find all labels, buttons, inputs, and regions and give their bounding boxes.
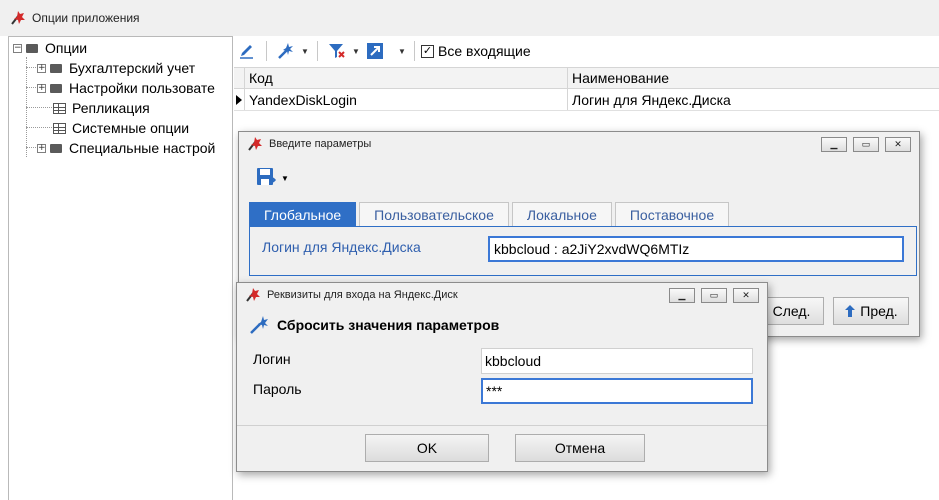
cancel-button[interactable]: Отмена <box>515 434 645 462</box>
arrow-up-icon <box>845 305 856 317</box>
tree-item-replication[interactable]: Репликация <box>53 98 150 118</box>
folder-icon <box>50 143 62 153</box>
param-value-input[interactable]: kbbcloud : a2JiY2xvdWQ6MTIz <box>488 236 904 262</box>
grid-header: Код Наименование <box>234 67 939 89</box>
minimize-icon[interactable]: ▁ <box>821 137 847 152</box>
tab-delivery[interactable]: Поставочное <box>614 202 730 226</box>
filter-dropdown-arrow[interactable]: ▼ <box>350 39 362 63</box>
credentials-dialog-titlebar[interactable]: Реквизиты для входа на Яндекс.Диск ▁ ▭ ✕ <box>237 283 767 307</box>
next-button[interactable]: След. <box>759 297 824 325</box>
tab-panel: Логин для Яндекс.Диска kbbcloud : a2JiY2… <box>249 226 917 276</box>
all-incoming-label: Все входящие <box>438 43 531 59</box>
password-input[interactable]: *** <box>481 378 753 404</box>
params-dialog-titlebar[interactable]: Введите параметры ▁ ▭ ✕ <box>239 132 919 156</box>
cell-code[interactable]: YandexDiskLogin <box>245 89 568 110</box>
app-titlebar: Опции приложения <box>0 0 939 36</box>
save-icon <box>257 168 277 185</box>
scope-tabs: Глобальное Пользовательское Локальное По… <box>249 202 730 226</box>
prev-button[interactable]: Пред. <box>833 297 909 325</box>
expand-button[interactable] <box>362 39 388 63</box>
clear-filter-button[interactable] <box>324 39 350 63</box>
tree-item-accounting[interactable]: + Бухгалтерский учет <box>37 58 195 78</box>
table-row[interactable]: YandexDiskLogin Логин для Яндекс.Диска <box>234 89 939 111</box>
folder-icon <box>50 63 62 73</box>
window-controls: ▁ ▭ ✕ <box>669 288 759 303</box>
save-dropdown-arrow[interactable]: ▼ <box>281 174 289 183</box>
save-button[interactable] <box>255 166 277 191</box>
close-icon[interactable]: ✕ <box>885 137 911 152</box>
toolbar-separator <box>266 41 267 61</box>
reset-params-button[interactable]: Сбросить значения параметров <box>249 315 499 335</box>
tree-item-label: Системные опции <box>72 120 190 136</box>
tab-user[interactable]: Пользовательское <box>359 202 509 226</box>
tree-guide-line <box>26 127 52 128</box>
app-logo-icon <box>247 136 263 152</box>
tree-item-label: Настройки пользовате <box>69 80 215 96</box>
close-icon[interactable]: ✕ <box>733 288 759 303</box>
ok-button[interactable]: OK <box>365 434 489 462</box>
expand-icon[interactable]: + <box>37 143 46 153</box>
tree-guide-line <box>26 147 36 148</box>
app-logo-icon <box>245 287 261 303</box>
tree-item-system-options[interactable]: Системные опции <box>53 118 189 138</box>
tree-item-label: Репликация <box>72 100 150 116</box>
tree-item-label: Бухгалтерский учет <box>69 60 196 76</box>
expand-icon[interactable]: + <box>37 63 46 73</box>
credentials-dialog-title: Реквизиты для входа на Яндекс.Диск <box>267 289 458 301</box>
current-row-arrow-icon <box>234 89 245 110</box>
app-logo-icon <box>10 10 26 26</box>
tree-item-user-settings[interactable]: + Настройки пользовате <box>37 78 215 98</box>
folder-open-icon <box>26 43 38 53</box>
all-incoming-checkbox[interactable]: ✓ <box>421 44 434 58</box>
options-tree[interactable]: − Опции + Бухгалтерский учет + Настройки… <box>8 36 233 500</box>
toolbar-separator <box>414 41 415 61</box>
wizard-button[interactable] <box>273 39 299 63</box>
magic-wand-icon <box>250 316 268 334</box>
params-dialog-title: Введите параметры <box>269 138 372 150</box>
reset-params-label: Сбросить значения параметров <box>277 317 500 333</box>
credentials-dialog: Реквизиты для входа на Яндекс.Диск ▁ ▭ ✕… <box>236 282 768 472</box>
options-grid: Код Наименование YandexDiskLogin Логин д… <box>234 67 939 111</box>
tree-item-label: Опции <box>45 40 88 56</box>
password-label: Пароль <box>253 381 302 397</box>
tab-local[interactable]: Локальное <box>511 202 612 226</box>
cell-name[interactable]: Логин для Яндекс.Диска <box>568 89 939 110</box>
table-icon <box>53 102 66 114</box>
edit-button[interactable] <box>234 39 260 63</box>
tree-guide-line <box>26 87 36 88</box>
param-field-label: Логин для Яндекс.Диска <box>262 239 421 255</box>
magic-wand-icon <box>278 43 293 59</box>
column-header-name[interactable]: Наименование <box>568 68 939 88</box>
next-label: След. <box>772 303 811 319</box>
toolbar-separator <box>317 41 318 61</box>
wizard-dropdown-arrow[interactable]: ▼ <box>299 39 311 63</box>
save-toolbar: ▼ <box>255 166 289 191</box>
tree-item-special-settings[interactable]: + Специальные настрой <box>37 138 215 158</box>
table-icon <box>53 122 66 134</box>
app-title: Опции приложения <box>32 11 140 25</box>
tree-guide-line <box>26 107 52 108</box>
tree-root-options[interactable]: − Опции <box>13 38 87 58</box>
main-toolbar: ▼ ▼ ▼ ✓ Все входящие <box>234 36 939 66</box>
window-controls: ▁ ▭ ✕ <box>821 137 911 152</box>
login-input[interactable]: kbbcloud <box>481 348 753 374</box>
login-label: Логин <box>253 351 291 367</box>
filter-remove-icon <box>329 44 345 58</box>
column-header-code[interactable]: Код <box>245 68 568 88</box>
row-indicator-header <box>234 68 245 88</box>
divider <box>237 425 767 426</box>
minimize-icon[interactable]: ▁ <box>669 288 695 303</box>
folder-icon <box>50 83 62 93</box>
collapse-icon[interactable]: − <box>13 43 22 53</box>
tree-item-label: Специальные настрой <box>69 140 216 156</box>
maximize-icon[interactable]: ▭ <box>853 137 879 152</box>
expand-icon[interactable]: + <box>37 83 46 93</box>
tab-global[interactable]: Глобальное <box>249 202 357 226</box>
expand-dropdown-arrow[interactable]: ▼ <box>396 39 408 63</box>
prev-label: Пред. <box>860 303 898 319</box>
maximize-icon[interactable]: ▭ <box>701 288 727 303</box>
pencil-icon <box>240 45 253 59</box>
expand-arrow-icon <box>367 43 383 59</box>
tree-guide-line <box>26 67 36 68</box>
